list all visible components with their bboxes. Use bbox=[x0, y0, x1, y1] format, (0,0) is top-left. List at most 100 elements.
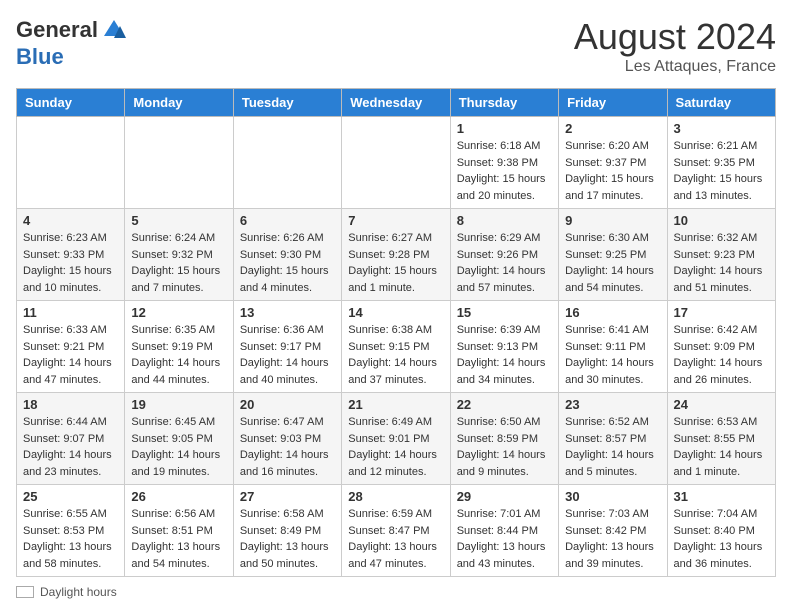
day-info: Sunrise: 6:29 AMSunset: 9:26 PMDaylight:… bbox=[457, 230, 552, 296]
calendar-cell: 19 Sunrise: 6:45 AMSunset: 9:05 PMDayligh… bbox=[125, 393, 233, 485]
day-number: 23 bbox=[565, 397, 660, 412]
day-number: 27 bbox=[240, 489, 335, 504]
day-number: 5 bbox=[131, 213, 226, 228]
col-header-thursday: Thursday bbox=[450, 89, 558, 117]
day-info: Sunrise: 6:24 AMSunset: 9:32 PMDaylight:… bbox=[131, 230, 226, 296]
day-info: Sunrise: 6:45 AMSunset: 9:05 PMDaylight:… bbox=[131, 414, 226, 480]
calendar-week-row: 1 Sunrise: 6:18 AMSunset: 9:38 PMDaylight… bbox=[17, 117, 776, 209]
day-info: Sunrise: 6:38 AMSunset: 9:15 PMDaylight:… bbox=[348, 322, 443, 388]
day-info: Sunrise: 7:01 AMSunset: 8:44 PMDaylight:… bbox=[457, 506, 552, 572]
calendar-cell bbox=[17, 117, 125, 209]
calendar-cell: 27 Sunrise: 6:58 AMSunset: 8:49 PMDayligh… bbox=[233, 485, 341, 577]
daylight-box-icon bbox=[16, 586, 34, 598]
footer-note: Daylight hours bbox=[16, 585, 776, 599]
calendar-cell: 29 Sunrise: 7:01 AMSunset: 8:44 PMDayligh… bbox=[450, 485, 558, 577]
day-number: 19 bbox=[131, 397, 226, 412]
daylight-label: Daylight hours bbox=[40, 585, 117, 599]
day-info: Sunrise: 6:50 AMSunset: 8:59 PMDaylight:… bbox=[457, 414, 552, 480]
day-number: 1 bbox=[457, 121, 552, 136]
day-number: 30 bbox=[565, 489, 660, 504]
col-header-sunday: Sunday bbox=[17, 89, 125, 117]
calendar-cell: 10Sunrise: 6:32 AMSunset: 9:23 PMDayligh… bbox=[667, 209, 775, 301]
day-info: Sunrise: 6:35 AMSunset: 9:19 PMDaylight:… bbox=[131, 322, 226, 388]
calendar-cell: 6Sunrise: 6:26 AMSunset: 9:30 PMDaylight… bbox=[233, 209, 341, 301]
day-number: 21 bbox=[348, 397, 443, 412]
calendar-cell: 13Sunrise: 6:36 AMSunset: 9:17 PMDayligh… bbox=[233, 301, 341, 393]
calendar-header-row: SundayMondayTuesdayWednesdayThursdayFrid… bbox=[17, 89, 776, 117]
calendar-cell: 14 Sunrise: 6:38 AMSunset: 9:15 PMDayligh… bbox=[342, 301, 450, 393]
day-number: 11 bbox=[23, 305, 118, 320]
calendar-cell bbox=[342, 117, 450, 209]
col-header-monday: Monday bbox=[125, 89, 233, 117]
day-info: Sunrise: 6:30 AMSunset: 9:25 PMDaylight:… bbox=[565, 230, 660, 296]
calendar-cell: 2Sunrise: 6:20 AMSunset: 9:37 PMDaylight… bbox=[559, 117, 667, 209]
calendar-cell: 25 Sunrise: 6:55 AMSunset: 8:53 PMDayligh… bbox=[17, 485, 125, 577]
day-number: 20 bbox=[240, 397, 335, 412]
calendar-cell: 1 Sunrise: 6:18 AMSunset: 9:38 PMDaylight… bbox=[450, 117, 558, 209]
day-info: Sunrise: 6:39 AMSunset: 9:13 PMDaylight:… bbox=[457, 322, 552, 388]
calendar-cell: 7Sunrise: 6:27 AMSunset: 9:28 PMDaylight… bbox=[342, 209, 450, 301]
calendar-cell: 26 Sunrise: 6:56 AMSunset: 8:51 PMDayligh… bbox=[125, 485, 233, 577]
col-header-wednesday: Wednesday bbox=[342, 89, 450, 117]
day-info: Sunrise: 6:42 AMSunset: 9:09 PMDaylight:… bbox=[674, 322, 769, 388]
calendar-cell: 17 Sunrise: 6:42 AMSunset: 9:09 PMDayligh… bbox=[667, 301, 775, 393]
calendar-cell: 28 Sunrise: 6:59 AMSunset: 8:47 PMDayligh… bbox=[342, 485, 450, 577]
day-number: 10 bbox=[674, 213, 769, 228]
day-info: Sunrise: 6:41 AMSunset: 9:11 PMDaylight:… bbox=[565, 322, 660, 388]
calendar-cell: 31Sunrise: 7:04 AMSunset: 8:40 PMDayligh… bbox=[667, 485, 775, 577]
title-block: August 2024 Les Attaques, France bbox=[574, 16, 776, 76]
calendar-cell: 11Sunrise: 6:33 AMSunset: 9:21 PMDayligh… bbox=[17, 301, 125, 393]
day-info: Sunrise: 6:56 AMSunset: 8:51 PMDaylight:… bbox=[131, 506, 226, 572]
day-number: 6 bbox=[240, 213, 335, 228]
page-header: General Blue August 2024 Les Attaques, F… bbox=[16, 16, 776, 76]
day-info: Sunrise: 6:20 AMSunset: 9:37 PMDaylight:… bbox=[565, 138, 660, 204]
day-number: 14 bbox=[348, 305, 443, 320]
day-number: 25 bbox=[23, 489, 118, 504]
calendar-cell bbox=[125, 117, 233, 209]
day-number: 8 bbox=[457, 213, 552, 228]
day-number: 28 bbox=[348, 489, 443, 504]
calendar-cell: 12 Sunrise: 6:35 AMSunset: 9:19 PMDayligh… bbox=[125, 301, 233, 393]
calendar-cell: 18Sunrise: 6:44 AMSunset: 9:07 PMDayligh… bbox=[17, 393, 125, 485]
day-info: Sunrise: 7:04 AMSunset: 8:40 PMDaylight:… bbox=[674, 506, 769, 572]
day-number: 16 bbox=[565, 305, 660, 320]
calendar-cell: 5 Sunrise: 6:24 AMSunset: 9:32 PMDaylight… bbox=[125, 209, 233, 301]
calendar-cell: 4Sunrise: 6:23 AMSunset: 9:33 PMDaylight… bbox=[17, 209, 125, 301]
day-number: 15 bbox=[457, 305, 552, 320]
logo-icon bbox=[100, 16, 128, 44]
month-year-title: August 2024 bbox=[574, 16, 776, 58]
day-number: 4 bbox=[23, 213, 118, 228]
day-number: 12 bbox=[131, 305, 226, 320]
calendar-cell bbox=[233, 117, 341, 209]
day-number: 3 bbox=[674, 121, 769, 136]
day-info: Sunrise: 6:18 AMSunset: 9:38 PMDaylight:… bbox=[457, 138, 552, 204]
calendar-cell: 24 Sunrise: 6:53 AMSunset: 8:55 PMDayligh… bbox=[667, 393, 775, 485]
logo-general-text: General bbox=[16, 17, 98, 43]
day-info: Sunrise: 6:47 AMSunset: 9:03 PMDaylight:… bbox=[240, 414, 335, 480]
day-info: Sunrise: 6:49 AMSunset: 9:01 PMDaylight:… bbox=[348, 414, 443, 480]
logo: General Blue bbox=[16, 16, 128, 70]
day-info: Sunrise: 6:44 AMSunset: 9:07 PMDaylight:… bbox=[23, 414, 118, 480]
calendar-cell: 16 Sunrise: 6:41 AMSunset: 9:11 PMDayligh… bbox=[559, 301, 667, 393]
calendar-cell: 22 Sunrise: 6:50 AMSunset: 8:59 PMDayligh… bbox=[450, 393, 558, 485]
day-info: Sunrise: 7:03 AMSunset: 8:42 PMDaylight:… bbox=[565, 506, 660, 572]
day-number: 22 bbox=[457, 397, 552, 412]
calendar-cell: 3 Sunrise: 6:21 AMSunset: 9:35 PMDaylight… bbox=[667, 117, 775, 209]
day-number: 17 bbox=[674, 305, 769, 320]
day-info: Sunrise: 6:58 AMSunset: 8:49 PMDaylight:… bbox=[240, 506, 335, 572]
day-number: 26 bbox=[131, 489, 226, 504]
day-info: Sunrise: 6:59 AMSunset: 8:47 PMDaylight:… bbox=[348, 506, 443, 572]
day-number: 29 bbox=[457, 489, 552, 504]
calendar-table: SundayMondayTuesdayWednesdayThursdayFrid… bbox=[16, 88, 776, 577]
day-info: Sunrise: 6:55 AMSunset: 8:53 PMDaylight:… bbox=[23, 506, 118, 572]
day-number: 7 bbox=[348, 213, 443, 228]
col-header-tuesday: Tuesday bbox=[233, 89, 341, 117]
day-number: 13 bbox=[240, 305, 335, 320]
day-number: 24 bbox=[674, 397, 769, 412]
day-info: Sunrise: 6:21 AMSunset: 9:35 PMDaylight:… bbox=[674, 138, 769, 204]
day-info: Sunrise: 6:53 AMSunset: 8:55 PMDaylight:… bbox=[674, 414, 769, 480]
day-number: 9 bbox=[565, 213, 660, 228]
calendar-cell: 9 Sunrise: 6:30 AMSunset: 9:25 PMDaylight… bbox=[559, 209, 667, 301]
logo-blue-text: Blue bbox=[16, 44, 64, 70]
calendar-cell: 8 Sunrise: 6:29 AMSunset: 9:26 PMDaylight… bbox=[450, 209, 558, 301]
